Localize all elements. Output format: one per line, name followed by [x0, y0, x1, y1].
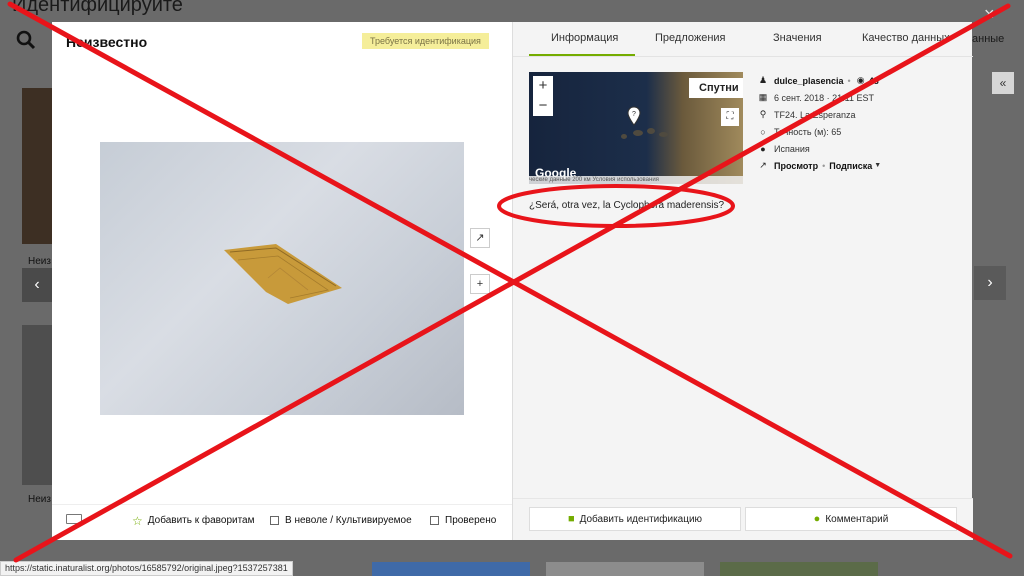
map-land	[621, 134, 627, 139]
actions-row: ↗ Просмотр • Подписка ▼	[757, 157, 967, 174]
status-badge: Требуется идентификация	[362, 33, 489, 49]
open-external-icon[interactable]: ↗	[470, 228, 490, 248]
globe-icon: ●	[760, 143, 766, 154]
comment-button[interactable]: ● Комментарий	[745, 507, 957, 531]
checkbox-icon	[270, 516, 279, 525]
background-thumbnail[interactable]	[22, 325, 52, 485]
map-land	[659, 132, 668, 137]
observation-title: Неизвестно	[66, 34, 148, 50]
background-caption: Неиз	[28, 494, 51, 505]
observation-details: ♟ dulce_plasencia • ◉ 48 ▦ 6 сент. 2018 …	[757, 72, 967, 174]
keyboard-icon[interactable]	[66, 514, 82, 524]
view-link[interactable]: Просмотр	[774, 161, 818, 171]
map-zoom-out-button[interactable]: −	[533, 96, 553, 116]
observer-row: ♟ dulce_plasencia • ◉ 48	[758, 75, 879, 86]
captive-label: В неволе / Культивируемое	[285, 515, 412, 526]
observation-count: 48	[868, 75, 879, 86]
place-name: TF24. La Esperanza	[774, 109, 856, 120]
zoom-in-icon[interactable]: +	[470, 274, 490, 294]
tab-suggestions[interactable]: Предложения	[655, 32, 726, 44]
background-tab-text: анные	[972, 33, 1005, 45]
observation-modal: Неизвестно Требуется идентификация ↗ + ☆…	[52, 22, 973, 540]
binoculars-icon: ◉	[856, 75, 865, 85]
add-favorite-label: Добавить к фаворитам	[147, 515, 255, 526]
external-link-icon: ↗	[759, 160, 767, 170]
reviewed-checkbox[interactable]: Проверено	[430, 515, 496, 526]
subscribe-dropdown[interactable]: Подписка	[829, 161, 872, 171]
star-icon: ☆	[132, 513, 143, 528]
map-pin-icon: ?	[627, 106, 641, 126]
background-thumbnail[interactable]	[546, 562, 704, 576]
date-row: ▦ 6 сент. 2018 · 21:11 EST	[757, 89, 967, 106]
photo-pane: Неизвестно Требуется идентификация ↗ + ☆…	[52, 22, 512, 540]
tab-annotations[interactable]: Значения	[773, 32, 822, 44]
svg-text:?: ?	[632, 111, 636, 118]
reviewed-label: Проверено	[445, 515, 497, 526]
add-identification-button[interactable]: ■ Добавить идентификацию	[529, 507, 741, 531]
photo-footer: ☆ Добавить к фаворитам В неволе / Культи…	[52, 504, 512, 540]
tab-data-quality[interactable]: Качество данных	[862, 32, 950, 44]
map-land	[647, 128, 655, 134]
add-favorite-button[interactable]: ☆ Добавить к фаворитам	[132, 513, 255, 528]
observation-photo[interactable]	[100, 142, 464, 415]
observation-description: ¿Será, otra vez, la Cyclophora maderensi…	[529, 200, 725, 211]
tabs-divider	[513, 56, 973, 57]
accuracy-text: Точность (м): 65	[774, 126, 842, 137]
moth-image	[224, 244, 342, 304]
background-caption: Неиз	[28, 256, 51, 267]
country-row: ● Испания	[757, 140, 967, 157]
calendar-icon: ▦	[758, 92, 768, 102]
observer-name[interactable]: dulce_plasencia	[774, 76, 844, 86]
map-type-button[interactable]: Спутни	[689, 78, 743, 98]
search-icon[interactable]	[16, 30, 36, 50]
comment-label: Комментарий	[825, 513, 889, 525]
action-footer: ■ Добавить идентификацию ● Комментарий	[513, 498, 973, 540]
user-icon: ♟	[758, 75, 768, 85]
observed-date: 6 сент. 2018 · 21:11 EST	[774, 92, 874, 103]
circle-icon: ○	[760, 126, 766, 137]
tab-info[interactable]: Информация	[551, 32, 618, 44]
shield-icon: ■	[567, 513, 575, 525]
background-thumbnail[interactable]	[720, 562, 878, 576]
collapse-icon[interactable]: «	[992, 72, 1014, 94]
captive-checkbox[interactable]: В неволе / Культивируемое	[270, 515, 412, 526]
add-identification-label: Добавить идентификацию	[579, 513, 703, 525]
map-zoom-in-button[interactable]: +	[533, 76, 553, 96]
fullscreen-icon[interactable]: ⛶	[721, 108, 739, 126]
checkbox-icon	[430, 516, 439, 525]
info-pane: Информация Предложения Значения Качество…	[512, 22, 973, 540]
country-name: Испания	[774, 143, 810, 154]
caret-down-icon: ▼	[874, 162, 882, 169]
close-icon[interactable]: ×	[984, 4, 995, 25]
map-land	[633, 130, 643, 136]
next-arrow-icon[interactable]: ›	[974, 266, 1006, 300]
map-terms[interactable]: ческие данные 200 км Условия использован…	[529, 176, 743, 184]
status-bar-url: https://static.inaturalist.org/photos/16…	[0, 561, 293, 576]
comment-icon: ●	[813, 513, 821, 525]
background-thumbnail[interactable]	[22, 88, 52, 244]
map-marker-icon: ⚲	[759, 109, 767, 119]
background-thumbnail[interactable]	[372, 562, 530, 576]
accuracy-row: ○ Точность (м): 65	[757, 123, 967, 140]
location-map[interactable]: ? + − Спутни ⛶ Google ческие данные 200 …	[529, 72, 743, 184]
previous-arrow-icon[interactable]: ‹	[22, 268, 52, 302]
place-row: ⚲ TF24. La Esperanza	[757, 106, 967, 123]
page-title: Идентифицируйте	[12, 0, 183, 16]
